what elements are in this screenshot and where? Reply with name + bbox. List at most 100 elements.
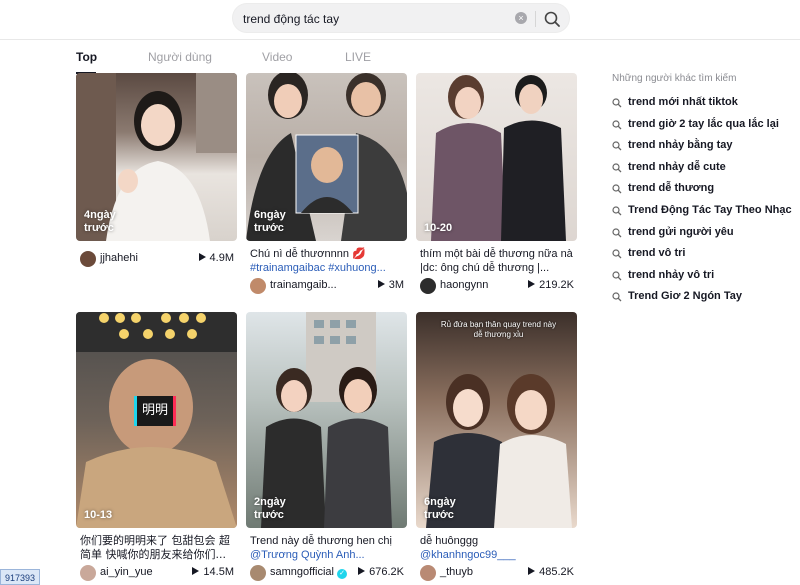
view-count: 3M [377,279,404,291]
username-text[interactable]: samngofficial [270,566,334,578]
people-illustration [431,75,566,241]
username[interactable]: samngofficial ✓ [270,566,347,579]
view-count-value: 485.2K [539,566,574,578]
username[interactable]: ai_yin_yue [100,566,153,578]
tab-users[interactable]: Người dùng [148,50,212,64]
video-caption: thím một bài dễ thương nữa nà |dc: ông c… [420,248,573,274]
avatar[interactable] [420,278,436,294]
video-thumbnail[interactable]: 6ngày trước [246,73,407,241]
caption-mention[interactable]: @khanhngoc99___ [420,548,576,562]
play-icon [198,253,206,261]
video-thumbnail[interactable]: 10-20 [416,73,577,241]
play-icon [358,567,366,575]
view-count: 676.2K [358,566,404,578]
video-meta: haongynn 219.2K [420,277,576,295]
view-count: 4.9M [198,252,234,264]
username[interactable]: trainamgaib... [270,279,337,291]
related-search-label[interactable]: trend nhảy bằng tay [628,139,733,151]
avatar[interactable] [250,565,266,581]
top-bar: × [0,0,800,40]
search-icon [612,206,622,216]
avatar[interactable] [420,565,436,581]
view-count: 485.2K [528,566,574,578]
verified-icon: ✓ [337,569,347,579]
overlay-label: 明明 [134,396,176,426]
video-thumbnail[interactable]: 明明 10-13 [76,312,237,528]
search-icon[interactable] [541,8,563,30]
search-icon [612,119,622,130]
related-search-item[interactable]: trend dễ thương [612,182,797,204]
play-icon [377,280,385,288]
clear-search-button[interactable]: × [515,12,527,24]
username[interactable]: _thuyb [440,566,473,578]
video-time: 10-20 [424,222,453,234]
video-time: 4ngày trước [84,209,116,234]
related-search-item[interactable]: Trend Giơ 2 Ngón Tay [612,290,797,312]
avatar[interactable] [250,278,266,294]
avatar[interactable] [80,251,96,267]
video-thumbnail[interactable]: 4ngày trước [76,73,237,241]
related-search-item[interactable]: trend vô tri [612,247,797,269]
related-search-label[interactable]: trend nhảy vô tri [628,269,714,281]
tab-video[interactable]: Video [262,50,292,64]
avatar[interactable] [80,565,96,581]
search-icon [612,227,622,238]
caption-text: dễ huônggg [420,535,479,547]
related-search-label[interactable]: trend nhảy dễ cute [628,161,726,173]
video-meta: trainamgaib... 3M [250,277,406,295]
play-icon [528,567,536,575]
related-search-label[interactable]: trend dễ thương [628,182,714,194]
video-time: 2ngày trước [254,496,286,521]
related-search-label[interactable]: trend mới nhất tiktok [628,96,738,108]
username[interactable]: jjhahehi [100,252,138,264]
video-time: 10-13 [84,509,113,521]
related-search-label[interactable]: trend vô tri [628,247,685,259]
tab-live[interactable]: LIVE [345,50,371,64]
search-icon [612,163,622,173]
view-count: 14.5M [192,566,234,578]
overlay-caption: Rủ đứa bạn thân quay trend này dễ thương… [440,320,557,339]
related-search-label[interactable]: trend giờ 2 tay lắc qua lắc lại [628,118,779,130]
related-search-label[interactable]: Trend Động Tác Tay Theo Nhạc [628,204,792,216]
related-search-item[interactable]: Trend Động Tác Tay Theo Nhạc [612,204,797,226]
view-count-value: 219.2K [539,279,574,291]
video-meta: jjhahehi 4.9M [80,250,236,268]
search-icon [612,141,622,151]
search-icon [612,184,622,194]
view-count-value: 676.2K [369,566,404,578]
caption-hashtags[interactable]: #trainamgaibac #xuhuong... [250,261,406,275]
view-count-value: 14.5M [203,566,234,578]
search-icon [612,292,622,302]
video-caption: 你们要的明明来了 包甜包会 超简单 快喊你的朋友来给你们... [80,534,230,561]
search-icon [612,98,622,108]
search-input[interactable] [243,9,503,29]
caption-mention[interactable]: @Trương Quỳnh Anh... [250,548,406,562]
related-search-item[interactable]: trend mới nhất tiktok [612,96,797,118]
video-caption: Trend này dễ thương hen chị @Trương Quỳn… [250,534,406,562]
caption-text: Chú nì dễ thươnnnn 💋 [250,248,366,260]
username[interactable]: haongynn [440,279,488,291]
related-searches-title: Những người khác tìm kiếm [612,73,737,84]
view-count-value: 4.9M [209,252,234,264]
related-search-item[interactable]: trend gửi người yêu [612,226,797,248]
video-meta: samngofficial ✓ 676.2K [250,564,406,582]
search-icon [612,249,622,259]
related-search-item[interactable]: trend nhảy vô tri [612,269,797,291]
video-time: 6ngày trước [424,496,456,521]
related-search-item[interactable]: trend nhảy dễ cute [612,161,797,183]
related-search-label[interactable]: trend gửi người yêu [628,226,734,238]
search-box[interactable]: × [232,3,570,33]
related-search-label[interactable]: Trend Giơ 2 Ngón Tay [628,290,742,302]
corner-badge: 917393 [0,569,41,585]
video-thumbnail[interactable]: 2ngày trước [246,312,407,528]
view-count: 219.2K [528,279,574,291]
related-searches: Những người khác tìm kiếm trend mới nhất… [612,73,797,312]
video-caption: Chú nì dễ thươnnnn 💋 #trainamgaibac #xuh… [250,247,406,275]
related-search-item[interactable]: trend nhảy bằng tay [612,139,797,161]
video-thumbnail[interactable]: Rủ đứa bạn thân quay trend này dễ thương… [416,312,577,528]
play-icon [528,280,536,288]
search-icon [612,271,622,281]
view-count-value: 3M [388,279,404,291]
related-search-item[interactable]: trend giờ 2 tay lắc qua lắc lại [612,118,797,140]
tab-top[interactable]: Top [76,50,97,64]
